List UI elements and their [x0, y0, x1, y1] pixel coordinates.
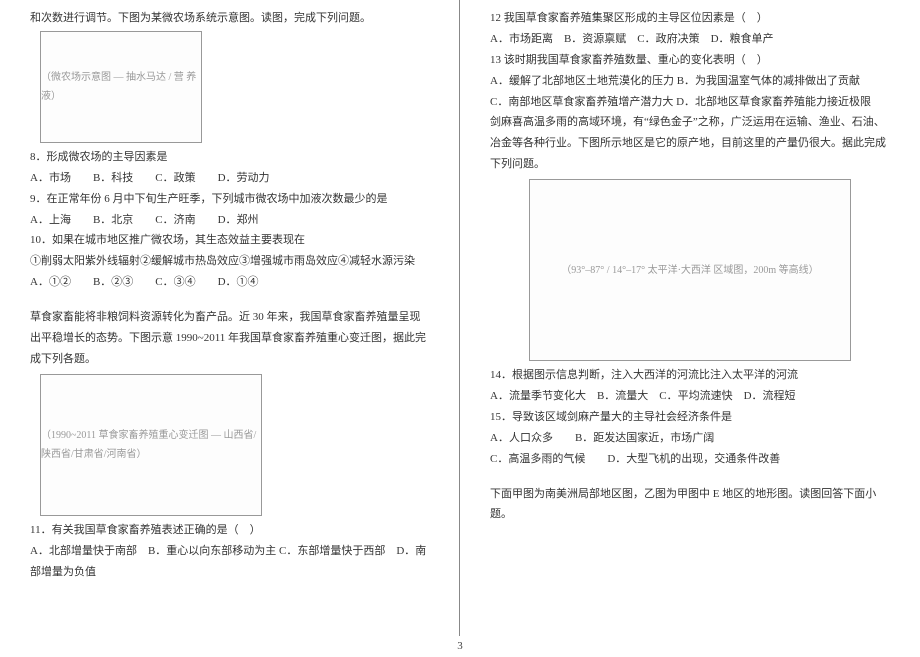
- south-america-intro: 下面甲图为南美洲局部地区图，乙图为甲图中 E 地区的地形图。读图回答下面小题。: [490, 484, 890, 526]
- q8-options: A．市场 B．科技 C．政策 D．劳动力: [30, 168, 429, 189]
- q15-options-ab: A．人口众多 B．距发达国家近，市场广阔: [490, 428, 890, 449]
- q13-options-ab: A．缓解了北部地区土地荒漠化的压力 B．为我国温室气体的减排做出了贡献: [490, 71, 890, 92]
- q8-stem: 8．形成微农场的主导因素是: [30, 147, 429, 168]
- right-column: 12 我国草食家畜养殖集聚区形成的主导区位因素是（ ） A．市场距离 B．资源禀…: [460, 0, 920, 636]
- q13-options-cd: C．南部地区草食家畜养殖增产潜力大 D．北部地区草食家畜养殖能力接近极限: [490, 92, 890, 113]
- q10-stem: 10．如果在城市地区推广微农场，其生态效益主要表现在: [30, 230, 429, 251]
- q10-substems: ①削弱太阳紫外线辐射②缓解城市热岛效应③增强城市雨岛效应④减轻水源污染: [30, 251, 429, 272]
- left-column: 和次数进行调节。下图为某微农场系统示意图。读图，完成下列问题。 （微农场示意图 …: [0, 0, 460, 636]
- sisal-intro: 剑麻喜高温多雨的高域环境，有“绿色金子”之称，广泛运用在运输、渔业、石油、冶金等…: [490, 112, 890, 175]
- q14-options: A．流量季节变化大 B．流量大 C．平均流速快 D．流程短: [490, 386, 890, 407]
- q12-stem: 12 我国草食家畜养殖集聚区形成的主导区位因素是（ ）: [490, 8, 890, 29]
- q13-stem: 13 该时期我国草食家畜养殖数量、重心的变化表明（ ）: [490, 50, 890, 71]
- q12-options: A．市场距离 B．资源禀赋 C．政府决策 D．粮食单产: [490, 29, 890, 50]
- figure-sisal-region-map: （93°–87° / 14°–17° 太平洋·大西洋 区域图，200m 等高线）: [529, 179, 851, 361]
- q11-stem: 11．有关我国草食家畜养殖表述正确的是（ ）: [30, 520, 429, 541]
- q10-options: A．①② B．②③ C．③④ D．①④: [30, 272, 429, 293]
- livestock-intro: 草食家畜能将非粮饲料资源转化为畜产品。近 30 年来，我国草食家畜养殖量呈现出平…: [30, 307, 429, 370]
- figure-micro-farm: （微农场示意图 — 抽水马达 / 营 养 液）: [40, 31, 202, 143]
- q9-stem: 9．在正常年份 6 月中下旬生产旺季，下列城市微农场中加液次数最少的是: [30, 189, 429, 210]
- q14-stem: 14．根据图示信息判断，注入大西洋的河流比注入太平洋的河流: [490, 365, 890, 386]
- q15-stem: 15．导致该区域剑麻产量大的主导社会经济条件是: [490, 407, 890, 428]
- figure-livestock-centroid: （1990~2011 草食家畜养殖重心变迁图 — 山西省/陕西省/甘肃省/河南省…: [40, 374, 262, 516]
- q7-intro-continued: 和次数进行调节。下图为某微农场系统示意图。读图，完成下列问题。: [30, 8, 429, 29]
- q11-options: A．北部增量快于南部 B．重心以向东部移动为主 C．东部增量快于西部 D．南部增…: [30, 541, 429, 583]
- q9-options: A．上海 B．北京 C．济南 D．郑州: [30, 210, 429, 231]
- page-number: 3: [0, 636, 920, 657]
- q15-options-cd: C．高温多雨的气候 D．大型飞机的出现，交通条件改善: [490, 449, 890, 470]
